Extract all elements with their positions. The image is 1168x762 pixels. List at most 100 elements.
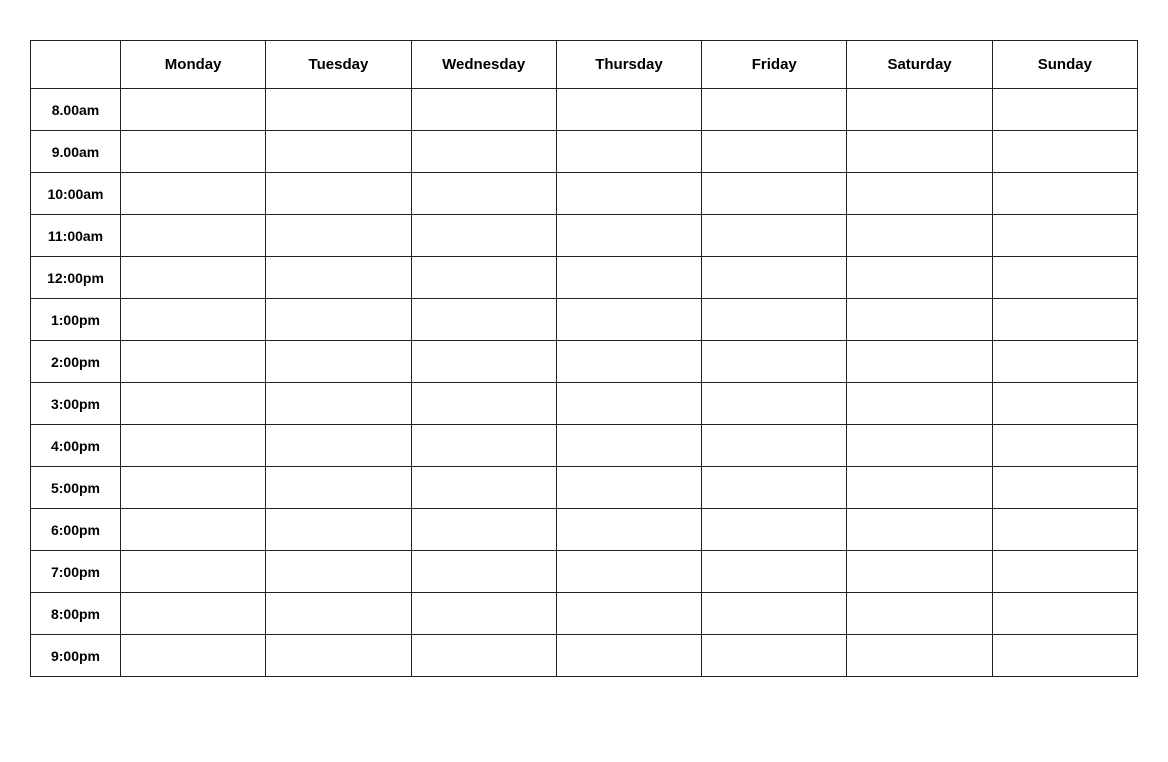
- day-cell[interactable]: [556, 509, 701, 551]
- day-cell[interactable]: [847, 131, 992, 173]
- day-cell[interactable]: [847, 299, 992, 341]
- day-cell[interactable]: [266, 593, 411, 635]
- day-cell[interactable]: [992, 299, 1137, 341]
- table-row: 9.00am: [31, 131, 1138, 173]
- day-cell[interactable]: [556, 341, 701, 383]
- day-cell[interactable]: [847, 341, 992, 383]
- day-cell[interactable]: [411, 89, 556, 131]
- day-cell[interactable]: [266, 215, 411, 257]
- day-cell[interactable]: [556, 467, 701, 509]
- day-cell[interactable]: [847, 173, 992, 215]
- day-cell[interactable]: [847, 467, 992, 509]
- day-cell[interactable]: [702, 257, 847, 299]
- day-cell[interactable]: [847, 425, 992, 467]
- day-cell[interactable]: [266, 467, 411, 509]
- day-cell[interactable]: [992, 215, 1137, 257]
- day-cell[interactable]: [121, 425, 266, 467]
- day-cell[interactable]: [702, 467, 847, 509]
- day-cell[interactable]: [121, 341, 266, 383]
- day-cell[interactable]: [992, 257, 1137, 299]
- day-cell[interactable]: [121, 509, 266, 551]
- day-cell[interactable]: [266, 551, 411, 593]
- day-cell[interactable]: [556, 425, 701, 467]
- day-cell[interactable]: [411, 467, 556, 509]
- day-cell[interactable]: [411, 341, 556, 383]
- day-cell[interactable]: [992, 89, 1137, 131]
- day-cell[interactable]: [702, 89, 847, 131]
- day-cell[interactable]: [266, 299, 411, 341]
- day-cell[interactable]: [992, 635, 1137, 677]
- day-cell[interactable]: [847, 215, 992, 257]
- day-cell[interactable]: [266, 425, 411, 467]
- day-cell[interactable]: [121, 257, 266, 299]
- day-cell[interactable]: [266, 383, 411, 425]
- day-cell[interactable]: [266, 635, 411, 677]
- day-cell[interactable]: [992, 131, 1137, 173]
- day-cell[interactable]: [992, 593, 1137, 635]
- day-cell[interactable]: [121, 215, 266, 257]
- day-cell[interactable]: [121, 635, 266, 677]
- day-cell[interactable]: [411, 635, 556, 677]
- day-cell[interactable]: [121, 467, 266, 509]
- day-cell[interactable]: [411, 593, 556, 635]
- day-cell[interactable]: [556, 89, 701, 131]
- day-cell[interactable]: [411, 383, 556, 425]
- day-cell[interactable]: [121, 593, 266, 635]
- day-cell[interactable]: [847, 89, 992, 131]
- day-cell[interactable]: [121, 173, 266, 215]
- day-cell[interactable]: [992, 551, 1137, 593]
- day-cell[interactable]: [266, 257, 411, 299]
- day-cell[interactable]: [992, 173, 1137, 215]
- day-cell[interactable]: [556, 299, 701, 341]
- day-cell[interactable]: [847, 257, 992, 299]
- day-cell[interactable]: [702, 593, 847, 635]
- day-cell[interactable]: [556, 635, 701, 677]
- day-cell[interactable]: [847, 593, 992, 635]
- day-cell[interactable]: [121, 131, 266, 173]
- day-cell[interactable]: [556, 551, 701, 593]
- day-cell[interactable]: [702, 635, 847, 677]
- day-cell[interactable]: [411, 257, 556, 299]
- day-cell[interactable]: [992, 467, 1137, 509]
- day-cell[interactable]: [702, 341, 847, 383]
- day-cell[interactable]: [121, 383, 266, 425]
- day-cell[interactable]: [411, 509, 556, 551]
- day-cell[interactable]: [121, 551, 266, 593]
- day-cell[interactable]: [411, 299, 556, 341]
- day-cell[interactable]: [411, 173, 556, 215]
- day-cell[interactable]: [702, 509, 847, 551]
- day-cell[interactable]: [266, 89, 411, 131]
- day-cell[interactable]: [702, 173, 847, 215]
- day-cell[interactable]: [992, 383, 1137, 425]
- day-cell[interactable]: [847, 383, 992, 425]
- day-cell[interactable]: [556, 215, 701, 257]
- day-cell[interactable]: [121, 299, 266, 341]
- day-cell[interactable]: [992, 509, 1137, 551]
- day-cell[interactable]: [411, 551, 556, 593]
- day-cell[interactable]: [702, 299, 847, 341]
- day-cell[interactable]: [411, 131, 556, 173]
- day-cell[interactable]: [266, 131, 411, 173]
- day-cell[interactable]: [702, 383, 847, 425]
- day-cell[interactable]: [847, 509, 992, 551]
- day-cell[interactable]: [266, 509, 411, 551]
- day-cell[interactable]: [847, 551, 992, 593]
- day-cell[interactable]: [556, 593, 701, 635]
- day-cell[interactable]: [266, 173, 411, 215]
- day-cell[interactable]: [702, 425, 847, 467]
- day-cell[interactable]: [411, 425, 556, 467]
- day-cell[interactable]: [702, 551, 847, 593]
- day-cell[interactable]: [556, 131, 701, 173]
- day-cell[interactable]: [992, 425, 1137, 467]
- time-label: 6:00pm: [31, 509, 121, 551]
- day-cell[interactable]: [411, 215, 556, 257]
- day-cell[interactable]: [847, 635, 992, 677]
- day-cell[interactable]: [702, 131, 847, 173]
- day-cell[interactable]: [556, 173, 701, 215]
- day-cell[interactable]: [556, 383, 701, 425]
- day-cell[interactable]: [266, 341, 411, 383]
- day-cell[interactable]: [121, 89, 266, 131]
- day-cell[interactable]: [702, 215, 847, 257]
- day-cell[interactable]: [992, 341, 1137, 383]
- day-cell[interactable]: [556, 257, 701, 299]
